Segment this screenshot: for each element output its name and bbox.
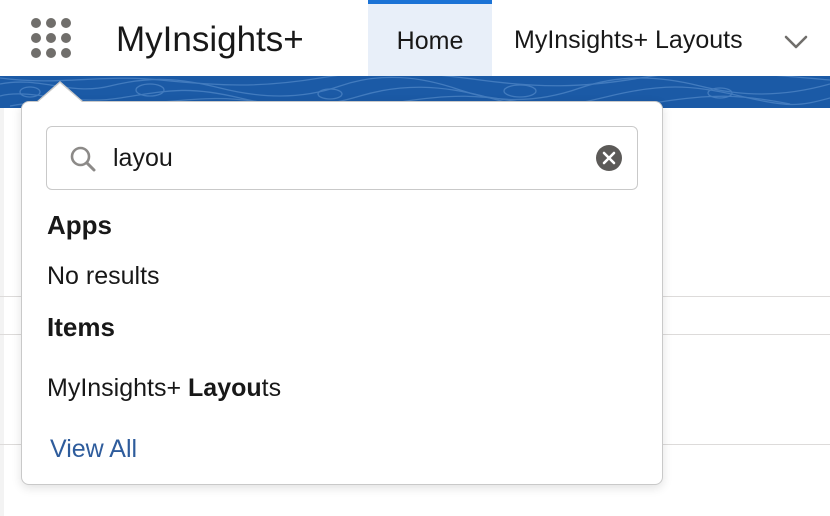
app-launcher-button[interactable] <box>26 14 76 64</box>
apps-heading: Apps <box>47 210 112 240</box>
tab-myinsights-layouts[interactable]: MyInsights+ Layouts <box>514 0 747 76</box>
clear-circle-icon[interactable] <box>595 144 623 172</box>
chevron-down-icon[interactable] <box>782 28 810 56</box>
waffle-grid-icon <box>46 18 56 28</box>
result-item-match: Layou <box>188 374 262 402</box>
result-item-suffix: ts <box>261 374 282 402</box>
waffle-grid-icon <box>46 48 56 58</box>
waffle-grid-icon <box>61 33 71 43</box>
waffle-grid-icon <box>61 48 71 58</box>
waffle-grid-icon <box>31 33 41 43</box>
dropdown-pointer <box>38 83 82 102</box>
waffle-grid-icon <box>46 33 56 43</box>
search-input[interactable] <box>113 139 573 177</box>
apps-no-results: No results <box>47 262 160 290</box>
view-all-link[interactable]: View All <box>50 435 137 464</box>
items-heading: Items <box>47 312 115 342</box>
app-name: MyInsights+ <box>116 20 304 59</box>
app-launcher-dropdown: Apps No results Items MyInsights+ Layout… <box>21 101 663 485</box>
page-edge <box>0 108 4 516</box>
waffle-grid-icon <box>31 18 41 28</box>
search-icon <box>70 146 96 172</box>
result-item-myinsights-layouts[interactable]: MyInsights+ Layouts <box>47 374 281 403</box>
search-field[interactable] <box>46 126 638 190</box>
global-header: MyInsights+ Home MyInsights+ Layouts <box>0 0 830 76</box>
tab-home[interactable]: Home <box>368 0 492 76</box>
waffle-grid-icon <box>31 48 41 58</box>
waffle-grid-icon <box>61 18 71 28</box>
result-item-prefix: MyInsights+ <box>47 374 189 402</box>
